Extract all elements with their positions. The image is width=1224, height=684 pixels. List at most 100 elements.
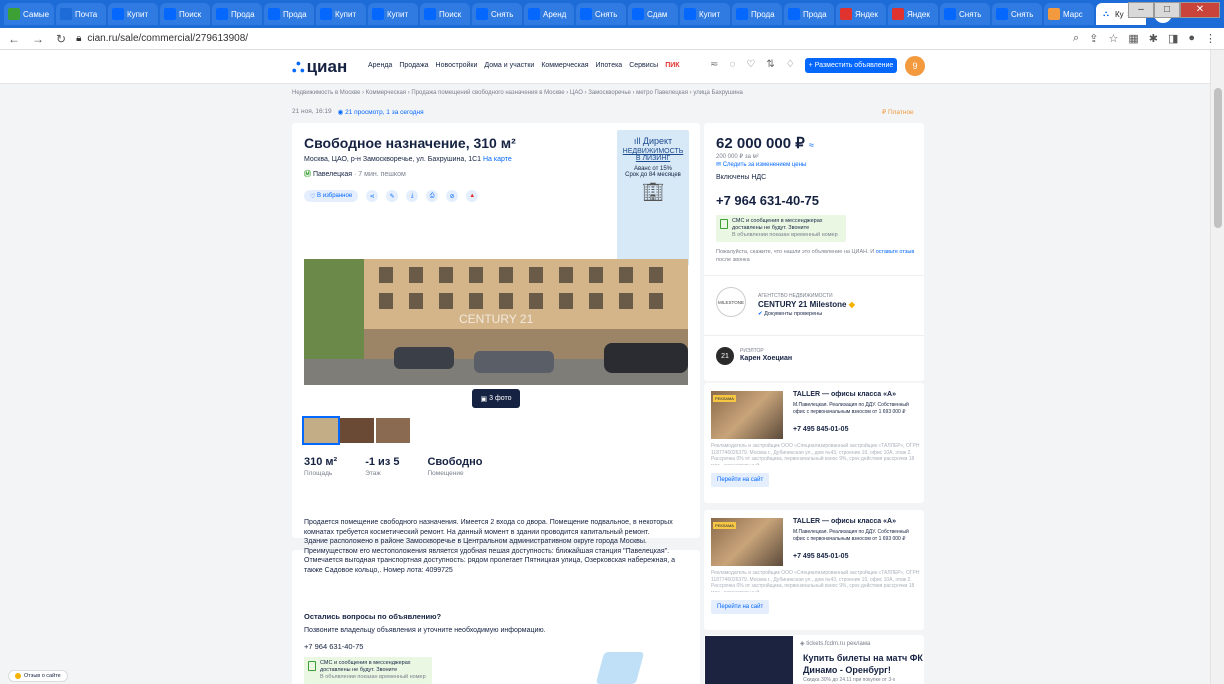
realtor-name[interactable]: Карен Хоециан	[740, 355, 792, 362]
nav-item-pik[interactable]: ПИК	[665, 62, 679, 69]
browser-tab[interactable]: Снять	[940, 3, 990, 25]
edit-button[interactable]: ✎	[386, 190, 399, 202]
map-link[interactable]: На карте	[483, 156, 512, 163]
agency-name[interactable]: CENTURY 21 Milestone ◆	[758, 300, 855, 309]
complain-button[interactable]: ▲	[466, 190, 479, 202]
nav-item[interactable]: Дома и участки	[484, 62, 534, 69]
browser-tab[interactable]: Купит	[680, 3, 730, 25]
menu-icon[interactable]: ⋮	[1205, 32, 1216, 45]
cart-icon[interactable]: ⇅	[766, 59, 774, 70]
browser-tab[interactable]: Прода	[264, 3, 314, 25]
heart-icon[interactable]: ♡	[746, 59, 755, 70]
tickets-ad-title[interactable]: Купить билеты на матч ФК Динамо - Оренбу…	[803, 652, 925, 676]
close-window-button[interactable]: ✕	[1180, 2, 1220, 18]
ad-phone[interactable]: +7 495 845-01-05	[793, 553, 848, 560]
cian-icon	[632, 8, 644, 20]
stat-value: -1 из 5	[365, 456, 400, 468]
nav-item[interactable]: Коммерческая	[541, 62, 588, 69]
maximize-button[interactable]: □	[1154, 2, 1180, 18]
realtor-avatar[interactable]: 21	[716, 347, 734, 365]
feedback-icon	[15, 673, 21, 679]
main-photo[interactable]: CENTURY 21	[304, 259, 688, 385]
browser-tab[interactable]: Сдам	[628, 3, 678, 25]
photos-button[interactable]: ▣ 3 фото	[472, 389, 520, 408]
thumbnail[interactable]	[376, 418, 410, 443]
browser-tab[interactable]: Прода	[732, 3, 782, 25]
nav-item[interactable]: Продажа	[399, 62, 428, 69]
pencil-icon: ✎	[389, 193, 395, 200]
profile-icon[interactable]: ●	[1188, 32, 1195, 45]
price-history-icon[interactable]: ≈	[809, 140, 814, 150]
browser-tab[interactable]: Почта	[56, 3, 106, 25]
ad-title[interactable]: TALLER — офисы класса «А»	[793, 391, 896, 398]
share-button[interactable]: ⋖	[366, 190, 379, 202]
browser-tab[interactable]: Купит	[316, 3, 366, 25]
feedback-button[interactable]: Отзыв о сайте	[8, 670, 68, 682]
thumbnail[interactable]	[302, 416, 340, 445]
browser-tab[interactable]: Марс	[1044, 3, 1094, 25]
nav-item[interactable]: Аренда	[368, 62, 392, 69]
metro-icon: Ⓜ	[304, 171, 311, 178]
zoom-icon[interactable]: ⌕	[1073, 32, 1079, 45]
metro-name[interactable]: Павелецкая	[313, 171, 352, 178]
avatar[interactable]: 9	[905, 56, 925, 76]
browser-tab[interactable]: Купит	[108, 3, 158, 25]
browser-tab[interactable]: Снять	[472, 3, 522, 25]
chat-icon[interactable]: ◌	[729, 59, 735, 70]
favorite-button[interactable]: ♡ В избранное	[304, 190, 359, 202]
scrollbar-thumb[interactable]	[1214, 88, 1222, 228]
browser-tab[interactable]: Прода	[784, 3, 834, 25]
share-icon[interactable]: ⇪	[1089, 32, 1098, 45]
post-ad-button[interactable]: + Разместить объявление	[805, 58, 897, 73]
browser-tab[interactable]: Яндек	[888, 3, 938, 25]
minimize-button[interactable]: –	[1128, 2, 1154, 18]
back-icon[interactable]: ←	[8, 32, 20, 46]
building-photo-image: CENTURY 21	[304, 259, 688, 385]
page-scrollbar[interactable]	[1210, 50, 1224, 684]
views-count[interactable]: ◉ 21 просмотр, 1 за сегодня	[338, 108, 424, 116]
owner-phone[interactable]: +7 964 631-40-75	[304, 642, 363, 651]
browser-tab[interactable]: Снять	[992, 3, 1042, 25]
breadcrumb[interactable]: Недвижимость в Москве › Коммерческая › П…	[292, 90, 743, 96]
star-icon[interactable]: ☆	[1108, 32, 1118, 45]
ad-site-button[interactable]: Перейти на сайт	[711, 600, 770, 614]
browser-tab[interactable]: Поиск	[160, 3, 210, 25]
seller-phone[interactable]: +7 964 631-40-75	[716, 193, 819, 208]
hide-button[interactable]: ⊘	[446, 190, 459, 202]
nav-item[interactable]: Новостройки	[436, 62, 478, 69]
ad-site-button[interactable]: Перейти на сайт	[711, 473, 770, 487]
compare-icon[interactable]: ≂	[710, 59, 718, 70]
stat-label: Этаж	[365, 470, 381, 477]
browser-tab[interactable]: Поиск	[420, 3, 470, 25]
agency-logo[interactable]: MILESTONE	[716, 287, 746, 317]
url-field[interactable]: cian.ru/sale/commercial/279613908/	[87, 33, 248, 44]
bell-icon[interactable]: ♢	[786, 59, 795, 70]
browser-tab[interactable]: Купит	[368, 3, 418, 25]
browser-tab[interactable]: Прода	[212, 3, 262, 25]
browser-tab[interactable]: Самые	[4, 3, 54, 25]
sidepanel-icon[interactable]: ◨	[1168, 32, 1178, 45]
ad-title[interactable]: TALLER — офисы класса «А»	[793, 518, 896, 525]
review-link[interactable]: оставьте отзыв	[876, 249, 915, 255]
cian-logo[interactable]: ⛬ циан	[292, 56, 347, 77]
nav-item[interactable]: Ипотека	[596, 62, 623, 69]
realtor-block[interactable]	[704, 335, 924, 380]
reload-icon[interactable]: ↻	[56, 32, 66, 46]
thumbnail[interactable]	[340, 418, 374, 443]
cian-icon	[372, 8, 384, 20]
browser-tab[interactable]: Снять	[576, 3, 626, 25]
ad-badge: РЕКЛАМА	[713, 522, 736, 529]
extension-icon[interactable]: ▦	[1128, 32, 1138, 45]
nav-item[interactable]: Сервисы	[629, 62, 658, 69]
print-button[interactable]: ⎙	[426, 190, 439, 202]
ad-phone[interactable]: +7 495 845-01-05	[793, 426, 848, 433]
follow-price-link[interactable]: ✉ Следить за изменением цены	[716, 161, 806, 168]
direct-ad-banner[interactable]: ıll Директ НЕДВИЖИМОСТЬ В ЛИЗИНГ Аванс о…	[617, 130, 689, 266]
tickets-ad-site-text: tickets.fcdm.ru	[806, 641, 845, 647]
forward-icon[interactable]: →	[32, 32, 44, 46]
site-header: ⛬ циан Аренда Продажа Новостройки Дома и уч…	[0, 50, 1210, 84]
browser-tab[interactable]: Яндек	[836, 3, 886, 25]
puzzle-icon[interactable]: ✱	[1149, 32, 1158, 45]
browser-tab[interactable]: Аренд	[524, 3, 574, 25]
download-button[interactable]: ⤓	[406, 190, 419, 202]
